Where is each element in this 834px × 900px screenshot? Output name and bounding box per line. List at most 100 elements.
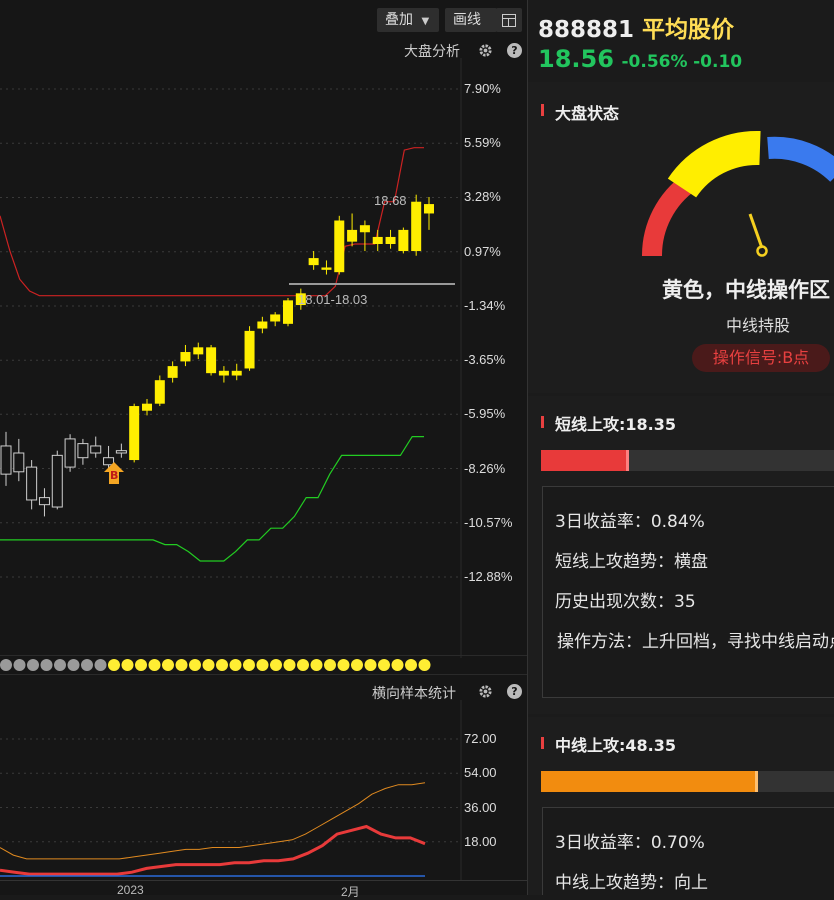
grid-icon (502, 14, 516, 27)
section-marker (541, 737, 544, 749)
sub-stat-chart (0, 700, 462, 880)
signal-dot (175, 659, 188, 671)
candle-body (308, 258, 319, 266)
mid-term-title: 中线上攻:48.35 (555, 736, 677, 755)
signal-dot (135, 659, 147, 671)
main-candle-chart (0, 58, 462, 658)
candle-body (115, 450, 127, 454)
market-status-text: 黄色，中线操作区 (662, 278, 830, 302)
candle-body (270, 314, 281, 322)
signal-dot (337, 659, 350, 671)
layout-grid-button[interactable] (496, 8, 522, 32)
candle-body (257, 321, 268, 329)
x-axis: 2023 2月 (0, 880, 527, 899)
signal-dot (283, 659, 296, 671)
y-tick-label: -8.26% (464, 460, 506, 476)
signal-dot (324, 659, 336, 671)
y-tick-label: -1.34% (464, 297, 506, 313)
candle-body (26, 466, 38, 501)
signal-dot (94, 659, 107, 671)
sub-series-line (0, 824, 426, 876)
signal-dot (256, 659, 269, 671)
y-tick-label: 36.00 (464, 799, 497, 815)
x-tick-feb: 2月 (341, 885, 360, 899)
candle-body (129, 406, 140, 461)
overlay-label: 叠加 (385, 12, 413, 28)
signal-dot (378, 659, 390, 671)
y-tick-label: 54.00 (464, 765, 497, 781)
chevron-down-icon: ▼ (421, 16, 430, 27)
short-term-title: 短线上攻:18.35 (555, 415, 677, 434)
signal-dot (81, 659, 93, 671)
candle-body (206, 347, 217, 374)
signal-dot (270, 659, 282, 671)
y-tick-label: -10.57% (464, 514, 513, 530)
signal-dot (229, 659, 242, 671)
gear-icon[interactable] (478, 684, 493, 699)
operation-signal-badge[interactable]: 操作信号:B点 (692, 344, 830, 372)
candle-body (167, 366, 178, 378)
signal-dot (108, 659, 120, 671)
buy-signal-marker[interactable]: B (104, 462, 124, 484)
signal-dot (202, 659, 215, 671)
y-tick-label: 3.28% (464, 189, 501, 205)
candle-body (51, 454, 63, 508)
signal-dot (162, 659, 174, 671)
candle-body (193, 347, 204, 355)
candle-body (231, 370, 242, 376)
section-marker (541, 416, 544, 428)
help-icon[interactable]: ? (507, 684, 522, 699)
candle-body (321, 267, 332, 270)
y-tick-label: 5.59% (464, 135, 501, 151)
high-price-label: 18.68 (374, 193, 407, 208)
signal-dot (189, 659, 201, 671)
short-term-section: 短线上攻:18.35 3日收益率：0.84% 短线上攻趋势：横盘 历史出现次数：… (528, 396, 834, 714)
signal-dot (148, 659, 161, 671)
y-tick-label: 72.00 (464, 731, 497, 746)
stat-line: 3日收益率：0.84% (555, 512, 705, 532)
candle-body (38, 497, 50, 506)
right-panel: 888881 平均股价 18.56 -0.56% -0.10 大盘状态 黄色，中… (528, 0, 834, 895)
signal-dot (67, 659, 80, 671)
overlay-button[interactable]: 叠加 ▼ (377, 8, 439, 32)
signal-dot (297, 659, 309, 671)
signal-dot (391, 659, 404, 671)
draw-line-button[interactable]: 画线 (445, 8, 497, 32)
y-tick-label: -12.88% (464, 569, 513, 584)
stock-name: 平均股价 (642, 17, 735, 43)
signal-dot (0, 659, 12, 671)
stat-line: 短线上攻趋势：横盘 (555, 552, 708, 572)
mid-term-stats: 3日收益率：0.70% 中线上攻趋势：向上 (542, 807, 834, 895)
signal-dot (364, 659, 377, 671)
market-state-title: 大盘状态 (555, 104, 620, 123)
signal-dot (351, 659, 363, 671)
candle-body (359, 225, 370, 233)
candle-body (13, 452, 25, 473)
stat-line: 操作方法：上升回档，寻找中线启动点 (557, 632, 834, 652)
signal-dots-strip (0, 655, 527, 675)
y-tick-label: -5.95% (464, 406, 506, 422)
candle-body (372, 236, 383, 244)
signal-dot (216, 659, 228, 671)
stock-price: 18.56 (538, 45, 614, 73)
stat-line: 中线上攻趋势：向上 (555, 873, 708, 893)
candle-body (180, 352, 191, 362)
chart-toolbar: 叠加 ▼ 画线 (0, 8, 527, 36)
candle-body (154, 380, 165, 404)
short-term-stats: 3日收益率：0.84% 短线上攻趋势：横盘 历史出现次数：35 操作方法：上升回… (542, 486, 834, 698)
signal-dot (54, 659, 66, 671)
gear-icon[interactable] (478, 43, 493, 58)
candle-body (64, 438, 76, 468)
candle-body (77, 443, 89, 459)
signal-dot (13, 659, 26, 671)
series-line (0, 147, 424, 297)
candle-body (218, 370, 229, 376)
y-tick-label: 18.00 (464, 833, 497, 849)
candle-body (283, 300, 293, 324)
stock-change-pct: -0.56% (621, 52, 688, 72)
help-icon[interactable]: ? (507, 43, 522, 58)
section-marker (541, 104, 544, 116)
price-range-label: 18.01-18.03 (298, 292, 368, 307)
mid-term-progress (541, 771, 834, 792)
y-tick-label: -3.65% (464, 352, 506, 368)
